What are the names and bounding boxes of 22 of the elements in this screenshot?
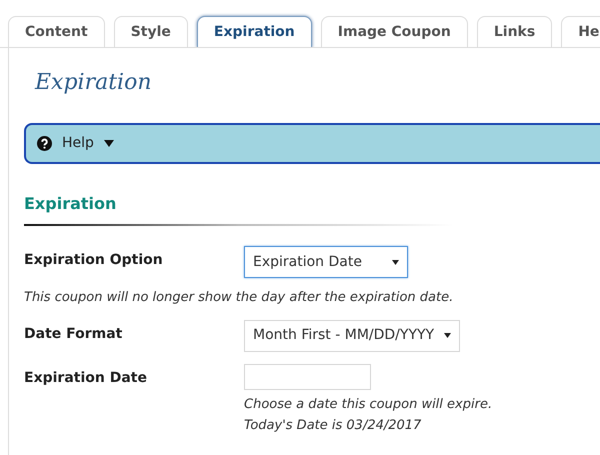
tab[interactable]: Style <box>114 16 188 47</box>
tab[interactable]: Links <box>476 16 552 47</box>
field-label: Date Format <box>24 324 124 344</box>
tab[interactable]: Content <box>8 16 105 47</box>
help-icon <box>37 136 52 151</box>
field-label: Expiration Option <box>24 251 164 270</box>
tab[interactable]: He <box>561 16 600 47</box>
dropdown[interactable]: Month First - MM/DD/YYYY <box>244 320 460 352</box>
date-input[interactable] <box>244 364 371 390</box>
hint-text: Today's Date is 03/24/2017 <box>244 416 422 434</box>
help-bar[interactable]: Help <box>24 123 600 164</box>
dropdown-arrow-icon <box>392 260 399 264</box>
hint-text: Choose a date this coupon will expire. <box>244 396 492 414</box>
field-label: Expiration Date <box>24 368 148 388</box>
help-label: Help <box>62 134 94 153</box>
note-text: This coupon will no longer show the day after the expiration date. <box>24 289 454 307</box>
tab[interactable]: Expiration <box>196 16 312 47</box>
section-heading: Expiration <box>24 193 118 215</box>
dropdown[interactable]: Expiration Date <box>244 246 408 278</box>
page-title: Expiration <box>34 69 153 97</box>
tab[interactable]: Image Coupon <box>320 16 468 47</box>
dropdown-arrow-icon <box>444 333 452 338</box>
